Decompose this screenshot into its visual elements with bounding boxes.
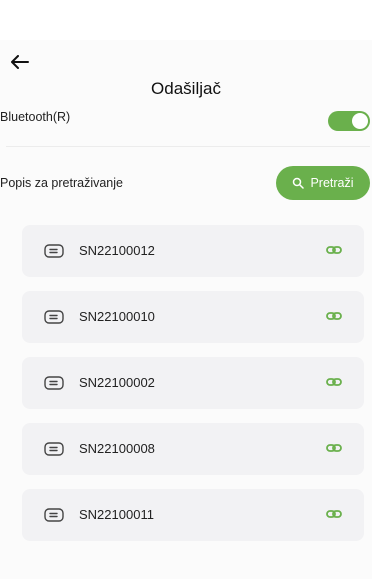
back-button[interactable]	[8, 52, 32, 72]
bluetooth-label: Bluetooth(R)	[0, 110, 71, 124]
device-icon	[44, 310, 64, 324]
link-icon	[326, 510, 342, 518]
bluetooth-toggle[interactable]	[328, 111, 370, 131]
device-icon	[44, 442, 64, 456]
device-name: SN22100012	[79, 243, 155, 258]
search-button-label: Pretraži	[310, 176, 354, 190]
device-name: SN22100011	[79, 507, 154, 522]
link-icon	[326, 378, 342, 386]
search-button[interactable]: Pretraži	[276, 166, 370, 200]
arrow-left-icon	[11, 55, 29, 69]
device-name: SN22100010	[79, 309, 155, 324]
device-item[interactable]: SN22100011	[22, 489, 364, 541]
search-icon	[293, 177, 305, 189]
device-item[interactable]: SN22100008	[22, 423, 364, 475]
toggle-knob	[352, 113, 368, 129]
status-area	[0, 0, 372, 40]
divider	[6, 146, 370, 147]
device-icon	[44, 244, 64, 258]
device-item[interactable]: SN22100012	[22, 225, 364, 277]
device-name: SN22100008	[79, 441, 155, 456]
device-item[interactable]: SN22100002	[22, 357, 364, 409]
link-icon	[326, 312, 342, 320]
app-screen: Odašiljač Bluetooth(R) Popis za pretraži…	[0, 0, 372, 579]
device-icon	[44, 508, 64, 522]
device-name: SN22100002	[79, 375, 155, 390]
link-icon	[326, 444, 342, 452]
device-item[interactable]: SN22100010	[22, 291, 364, 343]
link-icon	[326, 246, 342, 254]
bluetooth-row: Bluetooth(R)	[0, 104, 372, 132]
page-title: Odašiljač	[151, 79, 221, 98]
search-list-label: Popis za pretraživanje	[0, 176, 123, 190]
device-icon	[44, 376, 64, 390]
